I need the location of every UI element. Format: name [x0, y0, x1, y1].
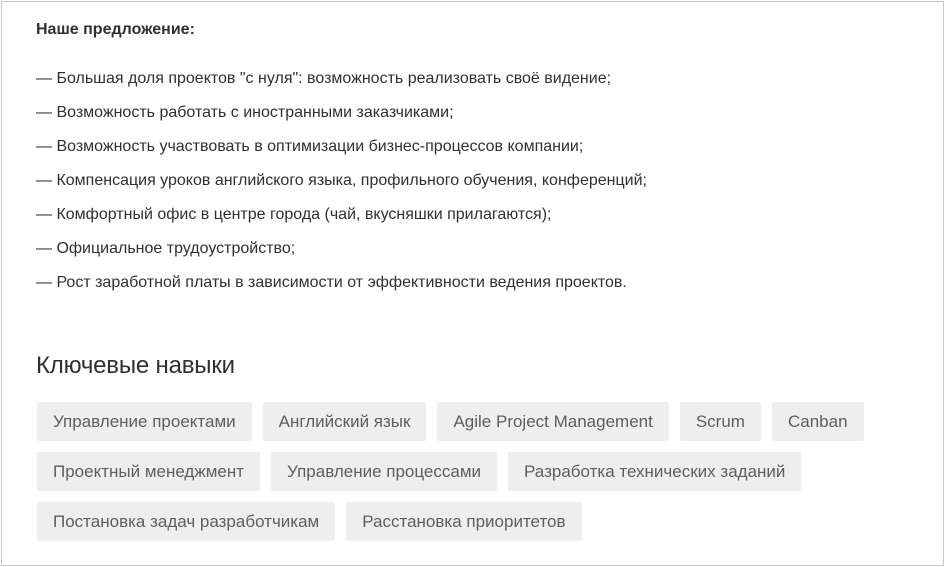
offer-item: — Рост заработной платы в зависимости от…	[36, 274, 627, 291]
offer-item: — Возможность участвовать в оптимизации …	[36, 138, 584, 155]
key-skills-heading: Ключевые навыки	[36, 352, 235, 379]
skill-tag: Английский язык	[262, 402, 427, 441]
skill-tag: Scrum	[679, 402, 761, 441]
offer-item: — Компенсация уроков английского языка, …	[36, 172, 647, 189]
skill-tag: Управление процессами	[271, 452, 498, 491]
offer-item: — Официальное трудоустройство;	[36, 240, 296, 257]
skill-tags: Управление проектами Английский язык Agi…	[37, 402, 917, 552]
offer-list: — Большая доля проектов "с нуля": возмож…	[36, 68, 647, 306]
offer-item: — Большая доля проектов "с нуля": возмож…	[36, 70, 612, 87]
skill-tag-row: Проектный менеджмент Управление процесса…	[37, 452, 917, 491]
skill-tag-row: Постановка задач разработчикам Расстанов…	[37, 502, 917, 541]
offer-item: — Комфортный офис в центре города (чай, …	[36, 206, 552, 223]
skill-tag-row: Управление проектами Английский язык Agi…	[37, 402, 917, 441]
skill-tag: Canban	[771, 402, 864, 441]
skill-tag: Расстановка приоритетов	[346, 502, 582, 541]
offer-item: — Возможность работать с иностранными за…	[36, 104, 454, 121]
skill-tag: Постановка задач разработчикам	[37, 502, 336, 541]
skill-tag: Разработка технических заданий	[508, 452, 802, 491]
skill-tag: Agile Project Management	[437, 402, 669, 441]
skill-tag: Проектный менеджмент	[37, 452, 261, 491]
vacancy-content-panel: Наше предложение: — Большая доля проекто…	[1, 1, 944, 566]
offer-title: Наше предложение:	[36, 21, 195, 38]
skill-tag: Управление проектами	[37, 402, 252, 441]
